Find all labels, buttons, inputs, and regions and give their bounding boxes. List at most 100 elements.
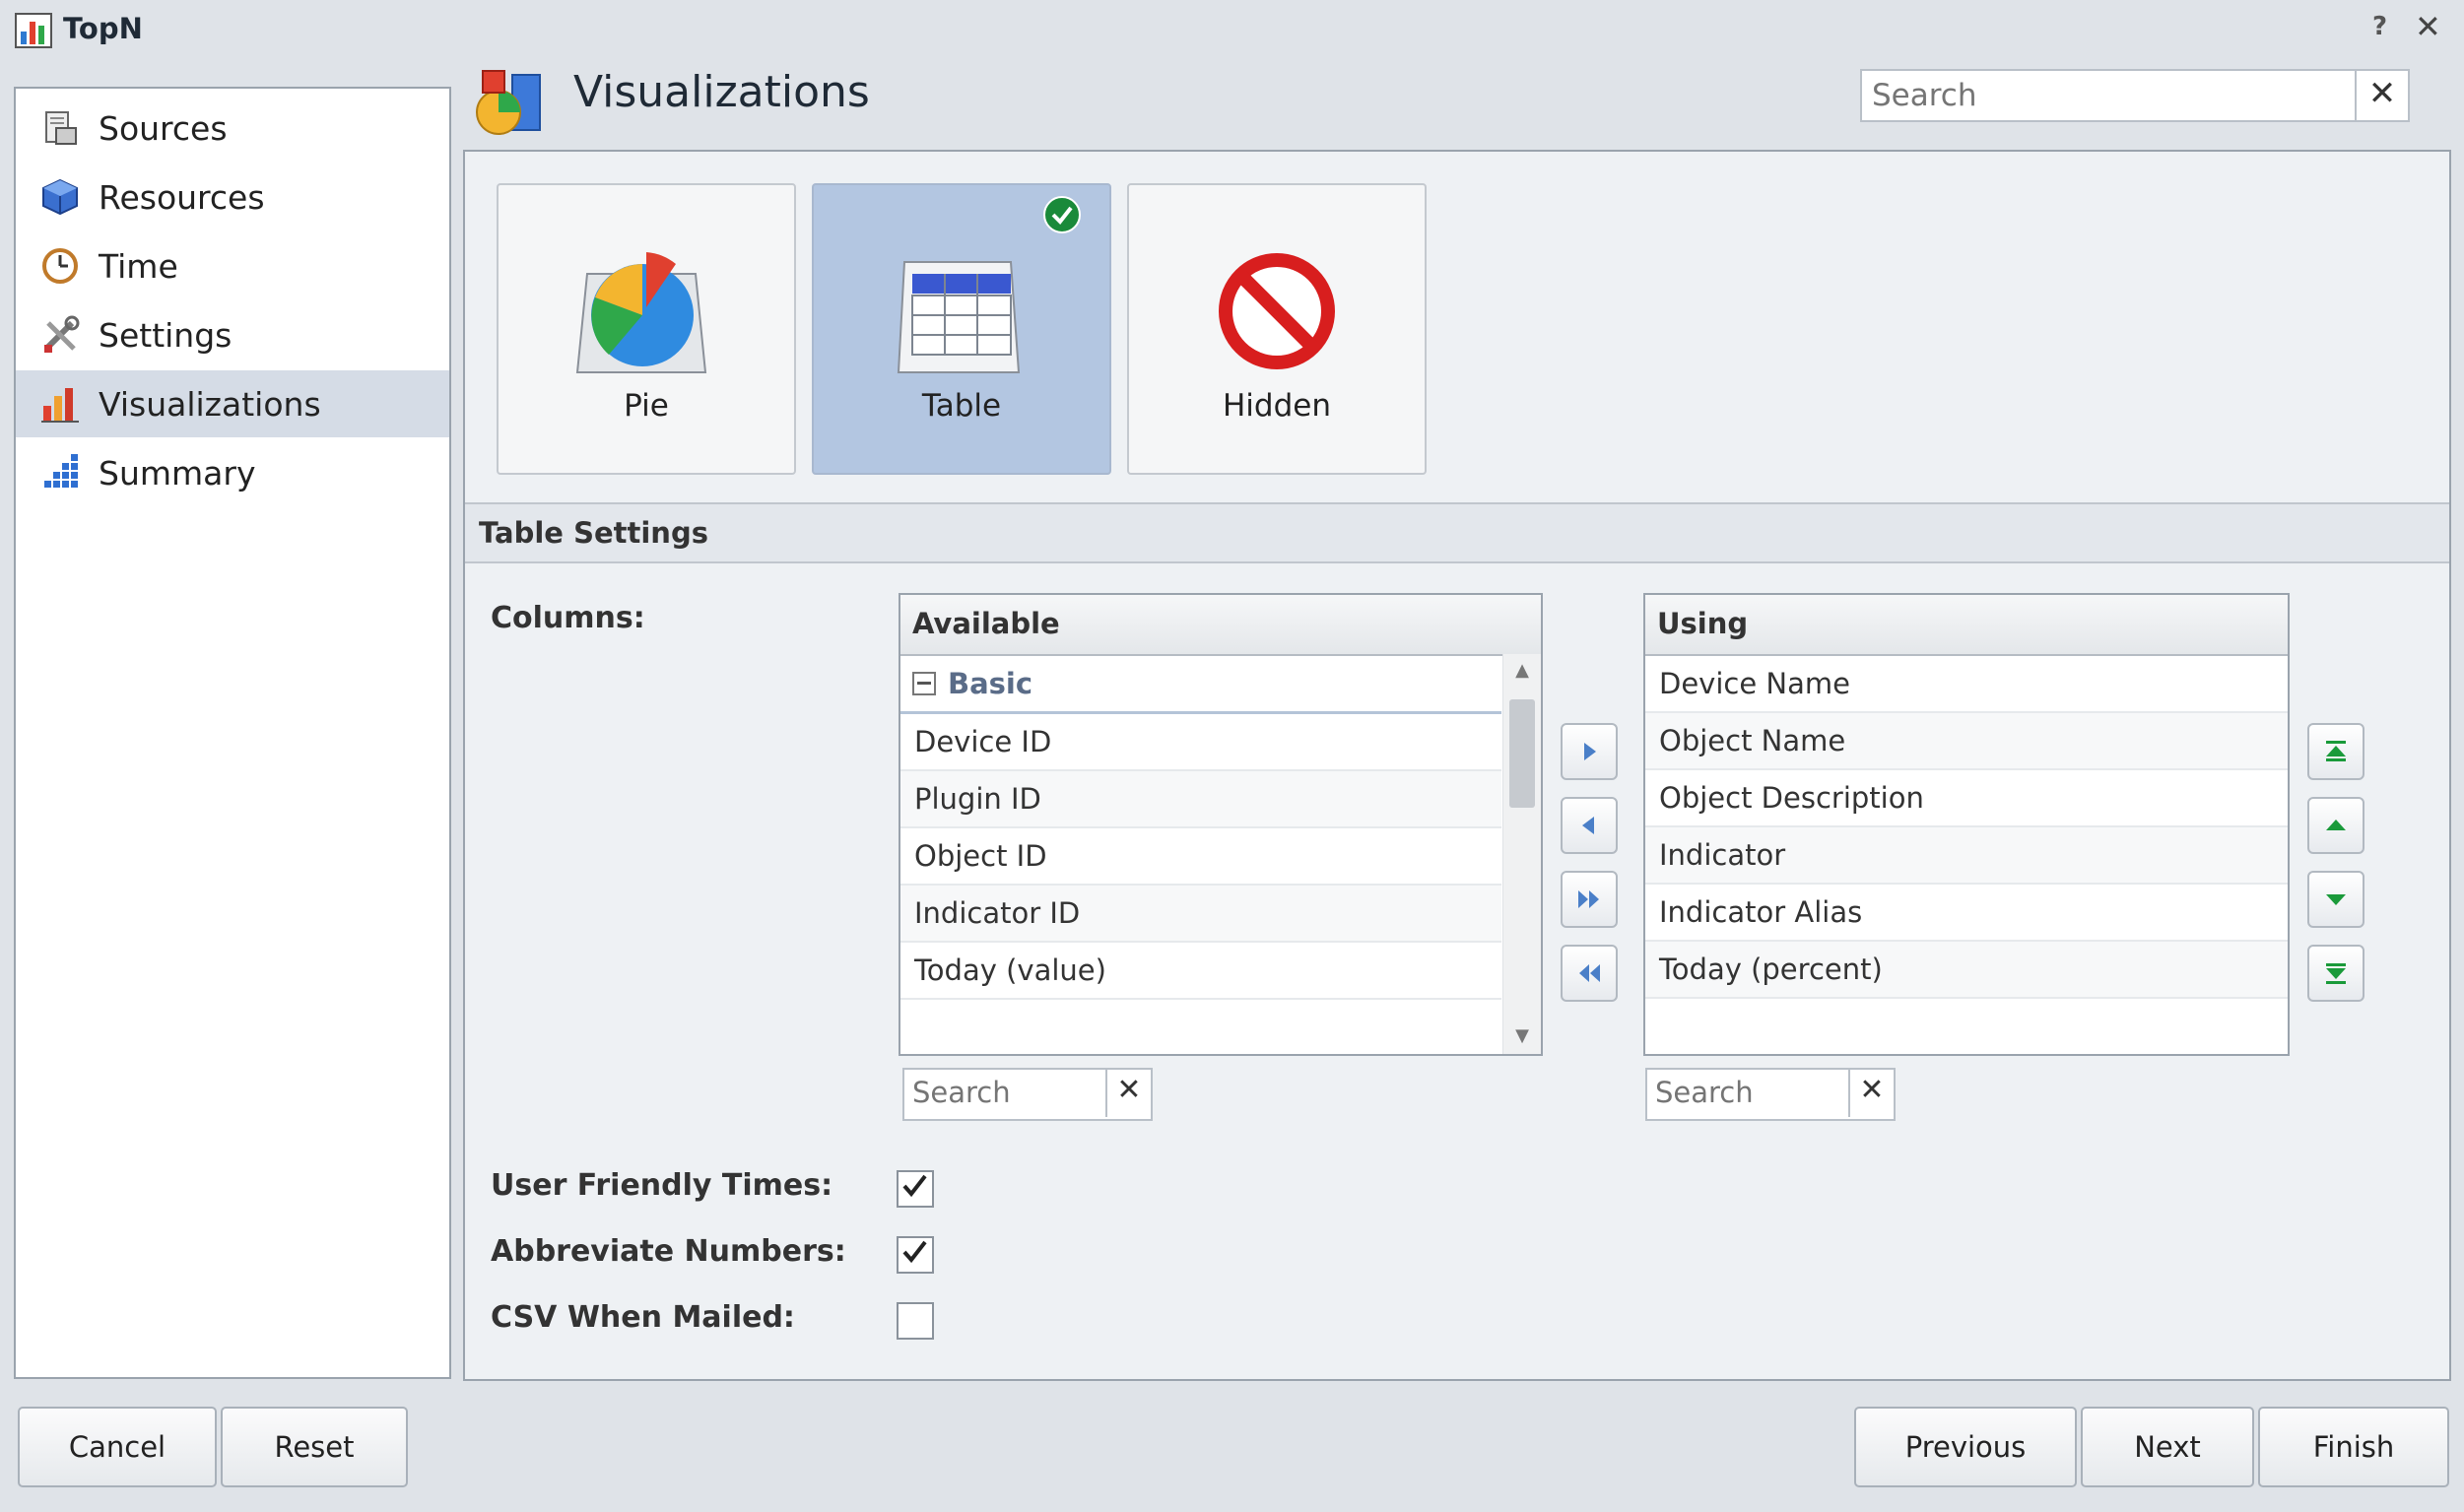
arrow-right-icon [1584, 743, 1596, 760]
close-window-button[interactable]: ✕ [2415, 8, 2441, 45]
header-search-clear-button[interactable]: ✕ [2355, 69, 2408, 122]
sidebar-item-label: Settings [99, 315, 233, 355]
previous-button[interactable]: Previous [1854, 1407, 2077, 1487]
sidebar-item-resources[interactable]: Resources [16, 164, 449, 230]
scroll-thumb[interactable] [1509, 699, 1535, 808]
using-search-clear-button[interactable]: ✕ [1848, 1068, 1894, 1117]
no-entry-icon [1178, 234, 1375, 382]
user-friendly-times-label: User Friendly Times: [491, 1168, 833, 1203]
move-to-bottom-button[interactable] [2307, 945, 2364, 1002]
add-all-columns-button[interactable] [1561, 871, 1618, 928]
summary-icon [39, 452, 81, 493]
sidebar-item-sources[interactable]: Sources [16, 95, 449, 162]
available-search-input[interactable] [904, 1070, 1106, 1115]
main-panel: Pie Table Hidden Table Settings Columns:… [463, 150, 2451, 1381]
collapse-icon[interactable] [912, 672, 936, 695]
table-icon [863, 234, 1060, 382]
double-arrow-right-icon [1578, 890, 1599, 908]
abbreviate-numbers-checkbox[interactable] [897, 1236, 934, 1274]
sidebar-item-label: Time [99, 246, 178, 286]
sidebar-item-time[interactable]: Time [16, 232, 449, 299]
bar-chart-icon [39, 383, 81, 425]
section-title: Table Settings [479, 516, 708, 550]
pie-chart-icon [548, 234, 745, 382]
remove-all-columns-button[interactable] [1561, 945, 1618, 1002]
remove-column-button[interactable] [1561, 797, 1618, 854]
header-search-input[interactable] [1862, 71, 2357, 120]
list-item[interactable]: Object Name [1645, 713, 2288, 770]
visualizations-icon [469, 61, 548, 140]
reset-button[interactable]: Reset [221, 1407, 408, 1487]
vis-option-label: Table [921, 388, 1002, 424]
sidebar-item-settings[interactable]: Settings [16, 301, 449, 368]
finish-button[interactable]: Finish [2258, 1407, 2449, 1487]
available-scrollbar[interactable]: ▲ ▼ [1502, 654, 1541, 1054]
checkmark-icon [902, 1240, 927, 1264]
header-search-box: ✕ [1860, 69, 2410, 122]
tools-icon [39, 314, 81, 356]
user-friendly-times-checkbox[interactable] [897, 1170, 934, 1208]
csv-when-mailed-label: CSV When Mailed: [491, 1300, 795, 1335]
title-bar [0, 0, 2464, 63]
list-item[interactable]: Today (percent) [1645, 942, 2288, 999]
sidebar-item-visualizations[interactable]: Visualizations [16, 370, 449, 437]
app-chart-icon [14, 10, 53, 49]
list-item[interactable]: Plugin ID [900, 771, 1501, 828]
cancel-button[interactable]: Cancel [18, 1407, 217, 1487]
using-search-input[interactable] [1647, 1070, 1849, 1115]
using-search-box: ✕ [1645, 1068, 1896, 1121]
columns-label: Columns: [491, 601, 645, 635]
vis-option-label: Pie [624, 388, 669, 424]
checkmark-icon [902, 1174, 927, 1198]
csv-when-mailed-checkbox[interactable] [897, 1302, 934, 1340]
move-up-button[interactable] [2307, 797, 2364, 854]
table-settings-header: Table Settings [465, 502, 2449, 563]
page-title: Visualizations [573, 67, 870, 117]
available-search-box: ✕ [902, 1068, 1153, 1121]
vis-option-pie[interactable]: Pie [497, 183, 796, 475]
move-top-icon [2326, 741, 2346, 761]
sidebar-item-label: Summary [99, 453, 256, 493]
scroll-down-arrow-icon[interactable]: ▼ [1503, 1025, 1541, 1046]
arrow-left-icon [1582, 817, 1594, 834]
sidebar-item-summary[interactable]: Summary [16, 439, 449, 506]
available-columns-list: Available Basic Device ID Plugin ID Obje… [899, 593, 1543, 1056]
window-title: TopN [63, 12, 143, 45]
vis-option-hidden[interactable]: Hidden [1127, 183, 1427, 475]
available-header: Available [900, 595, 1541, 656]
list-item[interactable]: Device Name [1645, 656, 2288, 713]
sidebar-item-label: Visualizations [99, 384, 321, 424]
list-item[interactable]: Object Description [1645, 770, 2288, 827]
sidebar-nav: Sources Resources Time Settings Visualiz… [14, 87, 451, 1379]
list-item[interactable]: Device ID [900, 714, 1501, 771]
vis-option-table[interactable]: Table [812, 183, 1111, 475]
using-header: Using [1645, 595, 2288, 656]
arrow-up-icon [2326, 820, 2346, 830]
list-item[interactable]: Indicator [1645, 827, 2288, 885]
scroll-up-arrow-icon[interactable]: ▲ [1503, 660, 1541, 681]
move-bottom-icon [2326, 963, 2346, 984]
group-basic[interactable]: Basic [900, 656, 1501, 714]
next-button[interactable]: Next [2081, 1407, 2254, 1487]
available-search-clear-button[interactable]: ✕ [1105, 1068, 1151, 1117]
group-label: Basic [948, 667, 1033, 700]
vis-option-label: Hidden [1223, 388, 1331, 424]
move-to-top-button[interactable] [2307, 723, 2364, 780]
arrow-down-icon [2326, 894, 2346, 905]
help-button[interactable]: ? [2372, 12, 2387, 41]
move-down-button[interactable] [2307, 871, 2364, 928]
clock-icon [39, 245, 81, 287]
add-column-button[interactable] [1561, 723, 1618, 780]
double-arrow-left-icon [1579, 964, 1600, 982]
list-item[interactable]: Indicator Alias [1645, 885, 2288, 942]
sources-icon [39, 107, 81, 149]
list-item[interactable]: Indicator ID [900, 886, 1501, 943]
using-columns-list: Using Device Name Object Name Object Des… [1643, 593, 2290, 1056]
resources-icon [39, 176, 81, 218]
abbreviate-numbers-label: Abbreviate Numbers: [491, 1234, 846, 1269]
list-item[interactable]: Object ID [900, 828, 1501, 886]
sidebar-item-label: Sources [99, 108, 228, 148]
list-item[interactable]: Today (value) [900, 943, 1501, 1000]
sidebar-item-label: Resources [99, 177, 265, 217]
checkmark-icon [1042, 195, 1082, 234]
